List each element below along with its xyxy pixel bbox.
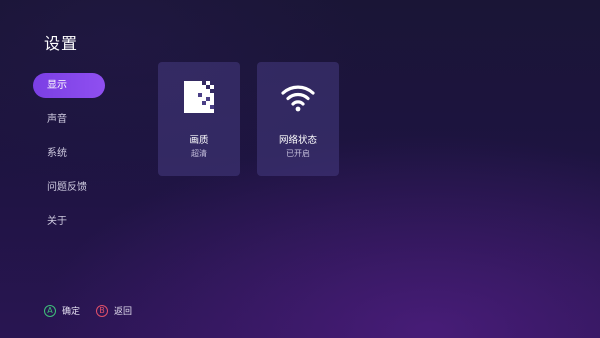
sidebar-item-display[interactable]: 显示 bbox=[33, 73, 105, 98]
sidebar-item-sound[interactable]: 声音 bbox=[33, 107, 105, 132]
network-status-card[interactable]: 网络状态 已开启 bbox=[257, 62, 339, 176]
back-label: 返回 bbox=[114, 307, 133, 317]
a-button-icon: A bbox=[44, 304, 56, 317]
picture-quality-card[interactable]: 画质 超清 bbox=[158, 62, 240, 176]
network-status-title: 网络状态 bbox=[278, 135, 317, 146]
picture-quality-icon bbox=[184, 81, 214, 113]
back-hint: B 返回 bbox=[96, 304, 132, 317]
button-hints: A 确定 B 返回 bbox=[44, 304, 148, 317]
sidebar-item-system[interactable]: 系统 bbox=[33, 141, 105, 166]
wifi-icon bbox=[281, 85, 315, 112]
picture-quality-title: 画质 bbox=[189, 135, 209, 146]
picture-quality-value: 超清 bbox=[191, 149, 207, 158]
confirm-label: 确定 bbox=[62, 307, 81, 317]
sidebar-item-feedback[interactable]: 问题反馈 bbox=[33, 175, 105, 200]
b-button-icon: B bbox=[96, 304, 109, 317]
sidebar: 显示 声音 系统 问题反馈 关于 bbox=[33, 73, 105, 243]
confirm-hint: A 确定 bbox=[44, 304, 80, 317]
sidebar-item-about[interactable]: 关于 bbox=[33, 209, 105, 234]
network-status-value: 已开启 bbox=[286, 149, 310, 158]
page-title: 设置 bbox=[44, 34, 79, 53]
